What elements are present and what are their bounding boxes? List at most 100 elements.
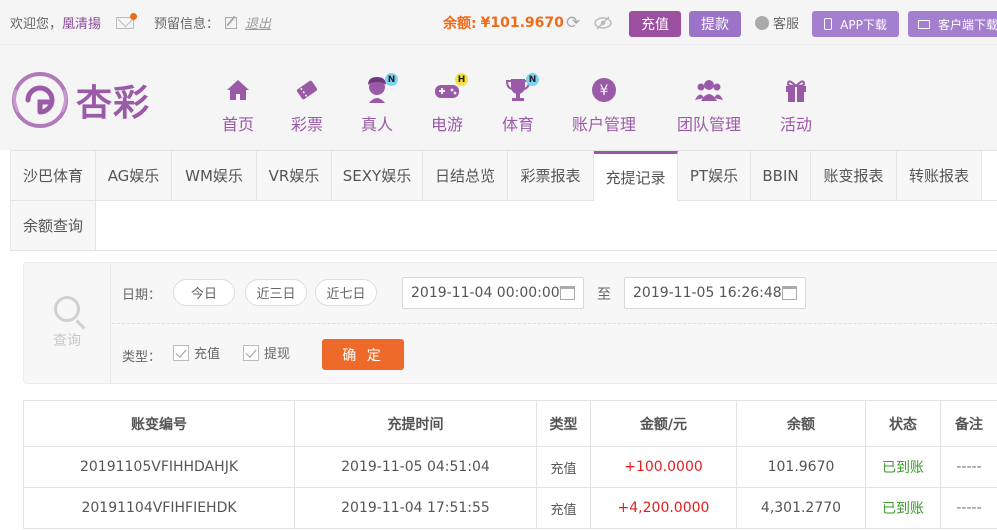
gamepad-icon: H xyxy=(432,73,468,105)
transaction-remark: ----- xyxy=(940,487,997,529)
tab-bbin[interactable]: BBIN xyxy=(751,151,811,201)
transaction-time: 2019-11-05 04:51:04 xyxy=(294,446,537,488)
nav-sports[interactable]: N 体育 xyxy=(502,73,539,135)
refresh-icon[interactable]: ⟳ xyxy=(566,0,580,45)
tab-ag[interactable]: AG娱乐 xyxy=(96,151,172,201)
balance: 余额: ¥101.9670 xyxy=(443,14,564,32)
calendar-icon[interactable] xyxy=(560,286,575,300)
table-row: 20191104VFIHFIEHDK 2019-11-04 17:51:55 充… xyxy=(23,487,997,529)
col-status: 状态 xyxy=(865,400,941,447)
tab-balance-query[interactable]: 余额查询 xyxy=(11,201,96,251)
mail-icon[interactable] xyxy=(116,0,137,45)
nav-account-management[interactable]: ¥ 账户管理 xyxy=(572,75,636,135)
col-transaction-id: 账变编号 xyxy=(23,400,295,447)
end-date-input[interactable]: 2019-11-05 16:26:48 xyxy=(624,277,806,309)
gift-icon xyxy=(781,75,811,105)
table-row: 20191105VFIHHDAHJK 2019-11-05 04:51:04 充… xyxy=(23,446,997,488)
balance-value: ¥101.9670 xyxy=(480,14,564,31)
new-badge: N xyxy=(385,73,398,86)
nav-home[interactable]: 首页 xyxy=(222,75,254,135)
last-7-days-button[interactable]: 近七日 xyxy=(315,279,377,306)
confirm-button[interactable]: 确 定 xyxy=(322,339,404,370)
tab-deposit-withdraw-records[interactable]: 充提记录 xyxy=(594,151,678,201)
transaction-amount: +4,200.0000 xyxy=(590,487,737,529)
tab-transfer-report[interactable]: 转账报表 xyxy=(897,151,982,201)
search-icon xyxy=(54,296,80,322)
nav-team-management[interactable]: 团队管理 xyxy=(677,75,741,135)
withdraw-button[interactable]: 提款 xyxy=(689,11,741,37)
yen-coin-icon: ¥ xyxy=(589,75,619,105)
team-icon xyxy=(694,75,724,105)
trophy-icon: N xyxy=(503,73,539,105)
tab-wm[interactable]: WM娱乐 xyxy=(172,151,257,201)
col-time: 充提时间 xyxy=(294,400,537,447)
logo[interactable]: 杏彩 xyxy=(10,69,165,131)
tabs-filler xyxy=(982,151,997,201)
transaction-remark: ----- xyxy=(940,446,997,488)
transaction-time: 2019-11-04 17:51:55 xyxy=(294,487,537,529)
svg-text:¥: ¥ xyxy=(600,83,609,99)
reserved-info: 预留信息： 退出 xyxy=(154,0,271,45)
service-icon xyxy=(755,15,769,30)
col-amount: 金额/元 xyxy=(590,400,737,447)
unread-dot xyxy=(130,12,137,20)
logout-link[interactable]: 退出 xyxy=(245,13,271,32)
checkbox-icon xyxy=(173,344,189,361)
deposit-checkbox[interactable]: 充值 xyxy=(173,343,220,362)
tab-pt[interactable]: PT娱乐 xyxy=(678,151,751,201)
date-label: 日期： xyxy=(122,288,162,303)
transaction-type: 充值 xyxy=(536,446,591,488)
records-table: 账变编号 充提时间 类型 金额/元 余额 状态 备注 20191105VFIHH… xyxy=(23,400,997,529)
transaction-balance: 101.9670 xyxy=(736,446,866,488)
start-date-input[interactable]: 2019-11-04 00:00:00 xyxy=(402,277,584,309)
transaction-id: 20191105VFIHHDAHJK xyxy=(23,446,295,488)
report-tabs: 沙巴体育 AG娱乐 WM娱乐 VR娱乐 SEXY娱乐 日结总览 彩票报表 充提记… xyxy=(10,150,997,252)
hide-balance-icon[interactable] xyxy=(594,0,612,45)
nav-live-casino[interactable]: N 真人 xyxy=(361,73,398,135)
hot-badge: H xyxy=(455,73,468,86)
type-label: 类型： xyxy=(122,350,162,365)
transaction-balance: 4,301.2770 xyxy=(736,487,866,529)
to-label: 至 xyxy=(597,287,611,303)
tab-vr[interactable]: VR娱乐 xyxy=(257,151,332,201)
logo-emblem-icon xyxy=(12,72,68,128)
app-download-button[interactable]: APP下载 xyxy=(812,11,899,37)
username[interactable]: 凰清揚 xyxy=(62,13,101,32)
filter-panel: 查询 日期： 今日 近三日 近七日 2019-11-04 00:00:00 至 … xyxy=(23,262,997,384)
today-button[interactable]: 今日 xyxy=(173,279,235,306)
edit-icon[interactable] xyxy=(225,16,238,29)
withdraw-checkbox[interactable]: 提现 xyxy=(243,343,290,362)
ticket-icon xyxy=(292,75,322,105)
tab-account-change-report[interactable]: 账变报表 xyxy=(811,151,897,201)
query-label: 查询 xyxy=(53,333,81,349)
tab-daily-summary[interactable]: 日结总览 xyxy=(423,151,508,201)
col-balance: 余额 xyxy=(736,400,866,447)
tab-sexy[interactable]: SEXY娱乐 xyxy=(332,151,423,201)
divider xyxy=(112,323,997,324)
checkbox-icon xyxy=(243,344,259,361)
phone-icon xyxy=(824,18,833,30)
tabs-filler xyxy=(96,201,997,251)
col-type: 类型 xyxy=(536,400,591,447)
calendar-icon[interactable] xyxy=(782,286,797,300)
last-3-days-button[interactable]: 近三日 xyxy=(245,279,307,306)
dealer-icon: N xyxy=(362,73,398,105)
transaction-status: 已到账 xyxy=(865,446,941,488)
transaction-id: 20191104VFIHFIEHDK xyxy=(23,487,295,529)
logo-text: 杏彩 xyxy=(76,82,151,124)
nav-lottery[interactable]: 彩票 xyxy=(291,75,323,135)
home-icon xyxy=(223,75,253,105)
top-bar: 欢迎您， 凰清揚 预留信息： 退出 余额: ¥101.9670 ⟳ 充值 提款 客服… xyxy=(0,0,997,45)
client-download-button[interactable]: 客户端下载 xyxy=(908,11,997,37)
tab-saba-sports[interactable]: 沙巴体育 xyxy=(11,151,96,201)
tab-lottery-report[interactable]: 彩票报表 xyxy=(508,151,594,201)
customer-service-link[interactable]: 客服 xyxy=(755,0,799,45)
table-header-row: 账变编号 充提时间 类型 金额/元 余额 状态 备注 xyxy=(23,400,997,447)
monitor-icon xyxy=(918,19,930,29)
header: 杏彩 首页 彩票 N 真人 H 电游 N 体育 ¥ 账户管理 团队管理 活动 xyxy=(0,45,997,150)
query-area: 查询 xyxy=(24,263,111,383)
nav-egames[interactable]: H 电游 xyxy=(431,73,468,135)
nav-promotions[interactable]: 活动 xyxy=(780,75,812,135)
transaction-type: 充值 xyxy=(536,487,591,529)
deposit-button[interactable]: 充值 xyxy=(629,11,681,37)
